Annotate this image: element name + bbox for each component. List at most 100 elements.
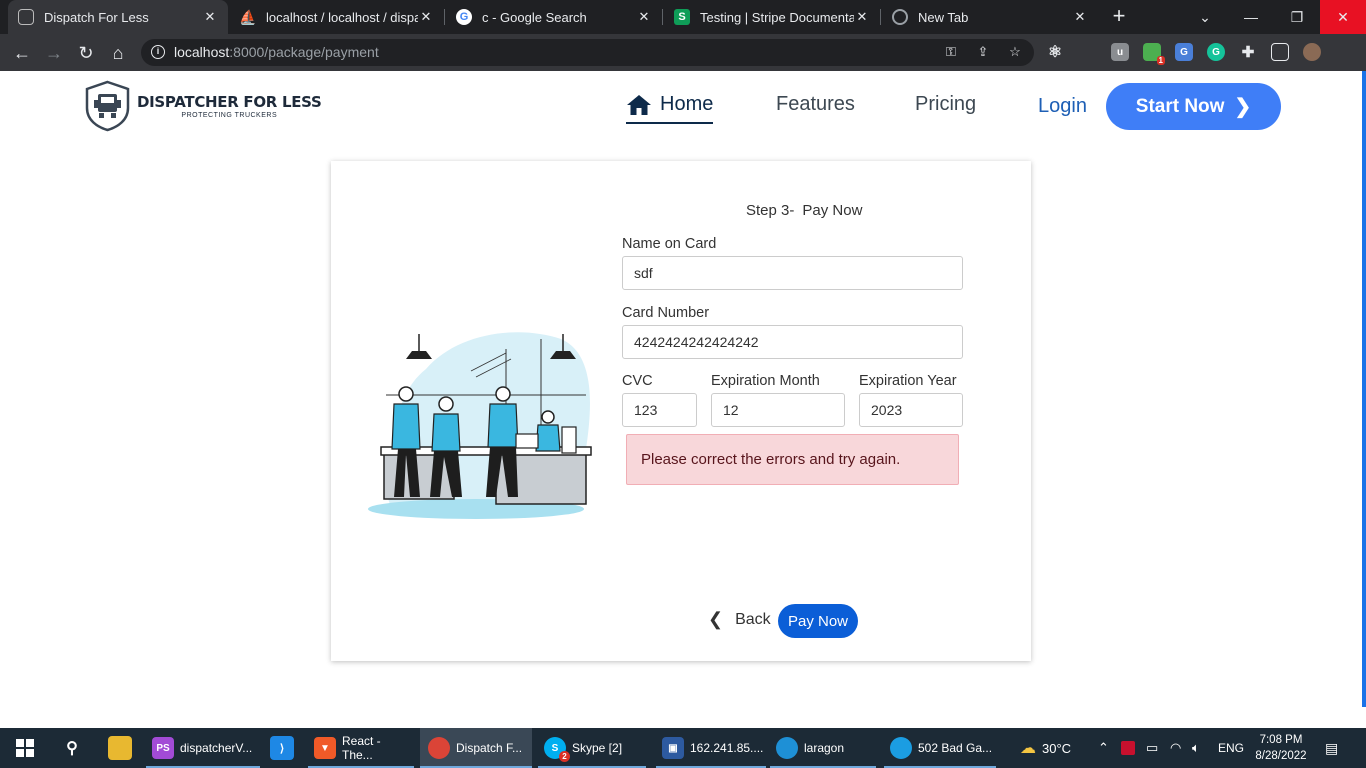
tab-title: localhost / localhost / dispatc	[266, 9, 418, 25]
clock-date: 8/28/2022	[1255, 750, 1307, 762]
language-indicator[interactable]: ENG	[1218, 728, 1244, 768]
close-tab-icon[interactable]: ✕	[1072, 9, 1088, 25]
grammarly-icon[interactable]: G	[1207, 43, 1225, 61]
wifi-icon[interactable]: ◠	[1170, 728, 1181, 768]
tab-search-chevron-icon[interactable]: ⌄	[1182, 0, 1228, 34]
google-favicon-icon: G	[456, 9, 472, 25]
close-tab-icon[interactable]: ✕	[636, 9, 652, 25]
expiration-year-label: Expiration Year	[859, 373, 957, 389]
chrome-favicon-icon	[892, 9, 908, 25]
nav-pricing[interactable]: Pricing	[915, 93, 976, 116]
close-tab-icon[interactable]: ✕	[418, 9, 434, 25]
name-on-card-label: Name on Card	[622, 236, 717, 252]
taskbar-app-skype[interactable]: S2 Skype [2]	[538, 728, 646, 768]
file-explorer-icon[interactable]	[108, 736, 132, 760]
taskbar-app-chrome[interactable]: Dispatch F...	[420, 728, 532, 768]
forward-arrow-icon[interactable]: →	[41, 40, 67, 66]
address-bar[interactable]: i localhost:8000/package/payment ⚿ ⇪ ☆	[141, 39, 1034, 66]
phpstorm-icon: PS	[152, 737, 174, 759]
payment-card: Step 3- Pay Now Name on Card sdf Card Num…	[331, 161, 1031, 661]
chrome-icon	[428, 737, 450, 759]
volume-icon[interactable]: 🔈︎	[1192, 728, 1200, 768]
react-devtools-icon[interactable]: ⚛	[1046, 43, 1064, 61]
close-tab-icon[interactable]: ✕	[202, 9, 218, 25]
logo-subtitle: PROTECTING TRUCKERS	[181, 112, 278, 119]
nav-home[interactable]: Home	[626, 93, 714, 124]
nav-login[interactable]: Login	[1038, 95, 1087, 118]
taskbar-app-label: laragon	[804, 741, 845, 755]
nav-features[interactable]: Features	[776, 93, 855, 116]
back-label: Back	[735, 610, 771, 628]
profile-avatar[interactable]	[1303, 43, 1321, 61]
site-info-icon[interactable]: i	[151, 45, 165, 59]
url-text: localhost:8000/package/payment	[174, 44, 379, 60]
chevron-left-icon: ❮	[708, 609, 724, 629]
brave-icon: ▼	[314, 737, 336, 759]
home-icon[interactable]: ⌂	[105, 40, 131, 66]
skype-icon: S2	[544, 737, 570, 762]
reload-icon[interactable]: ↻	[73, 40, 99, 66]
search-icon[interactable]: ⚲	[60, 736, 84, 760]
taskbar-app-edge[interactable]: 502 Bad Ga...	[884, 728, 996, 768]
close-window-icon[interactable]: ✕	[1320, 0, 1366, 34]
cvc-label: CVC	[622, 373, 653, 389]
taskbar-app-remote-desktop[interactable]: ▣ 162.241.85....	[656, 728, 766, 768]
restore-icon[interactable]: ❐	[1274, 0, 1320, 34]
bookmark-star-icon[interactable]: ☆	[1007, 44, 1023, 60]
share-icon[interactable]: ⇪	[975, 44, 991, 60]
tab-phpmyadmin[interactable]: ⛵ localhost / localhost / dispatc ✕	[230, 0, 444, 34]
weather-temp: 30°C	[1042, 740, 1072, 756]
expiration-year-input[interactable]: 2023	[859, 393, 963, 427]
step-label: Step 3-	[746, 202, 795, 219]
vertical-scrollbar[interactable]	[1362, 71, 1366, 707]
back-button[interactable]: ❮ Back	[708, 609, 771, 630]
close-tab-icon[interactable]: ✕	[854, 9, 870, 25]
taskbar-app-laragon[interactable]: laragon	[770, 728, 876, 768]
notifications-icon[interactable]: ▤	[1325, 728, 1338, 768]
laragon-icon	[776, 737, 798, 759]
new-tab-plus-icon[interactable]: +	[1108, 5, 1130, 28]
stripe-favicon-icon: S	[674, 9, 690, 25]
error-alert: Please correct the errors and try again.	[626, 434, 959, 485]
google-translate-icon[interactable]: G	[1175, 43, 1193, 61]
chevron-right-icon: ❯	[1234, 96, 1252, 118]
password-key-icon[interactable]: ⚿	[943, 44, 959, 60]
pay-now-button[interactable]: Pay Now	[778, 604, 858, 638]
extension-badge-icon[interactable]: 1	[1143, 43, 1165, 65]
tab-title: c - Google Search	[482, 9, 587, 25]
battery-icon[interactable]: ▭	[1146, 728, 1158, 768]
minimize-icon[interactable]: —	[1228, 0, 1274, 34]
back-arrow-icon[interactable]: ←	[9, 40, 35, 66]
windows-start-icon[interactable]	[13, 736, 37, 760]
card-number-label: Card Number	[622, 305, 710, 321]
weather-widget[interactable]: ☁ 30°C	[1020, 728, 1071, 768]
cvc-input[interactable]: 123	[622, 393, 697, 427]
home-icon	[627, 94, 651, 115]
card-number-input[interactable]: 4242424242424242	[622, 325, 963, 359]
system-clock[interactable]: 7:08 PM 8/28/2022	[1250, 732, 1312, 764]
extensions-puzzle-icon[interactable]: ✚	[1239, 43, 1257, 61]
vscode-icon[interactable]: ⟩	[270, 736, 294, 760]
side-panel-icon[interactable]	[1271, 43, 1289, 61]
logo-title: DISPATCHER FOR LESS	[137, 93, 322, 111]
mcafee-tray-icon[interactable]	[1121, 728, 1135, 768]
taskbar-app-label: 162.241.85....	[690, 741, 764, 755]
tab-new-tab[interactable]: New Tab ✕	[882, 0, 1098, 34]
site-logo[interactable]: DISPATCHER FOR LESS PROTECTING TRUCKERS	[84, 80, 322, 132]
tab-google-search[interactable]: G c - Google Search ✕	[446, 0, 662, 34]
expiration-month-input[interactable]: 12	[711, 393, 845, 427]
expiration-month-label: Expiration Month	[711, 373, 820, 389]
start-now-button[interactable]: Start Now ❯	[1106, 83, 1281, 130]
ublock-extension-icon[interactable]: u	[1111, 43, 1129, 61]
tab-stripe-docs[interactable]: S Testing | Stripe Documentatio ✕	[664, 0, 880, 34]
taskbar-app-brave[interactable]: ▼ React - The...	[308, 728, 414, 768]
show-hidden-icons-chevron-icon[interactable]: ⌃	[1098, 728, 1109, 768]
taskbar-app-phpstorm[interactable]: PS dispatcherV...	[146, 728, 260, 768]
page-viewport: DISPATCHER FOR LESS PROTECTING TRUCKERS …	[0, 71, 1366, 728]
name-on-card-input[interactable]: sdf	[622, 256, 963, 290]
weather-cloud-sun-icon: ☁	[1020, 740, 1036, 757]
clock-time: 7:08 PM	[1259, 734, 1303, 746]
phpmyadmin-favicon-icon: ⛵	[239, 8, 257, 25]
tab-dispatch-for-less[interactable]: Dispatch For Less ✕	[8, 0, 228, 34]
nav-home-label: Home	[660, 93, 714, 115]
